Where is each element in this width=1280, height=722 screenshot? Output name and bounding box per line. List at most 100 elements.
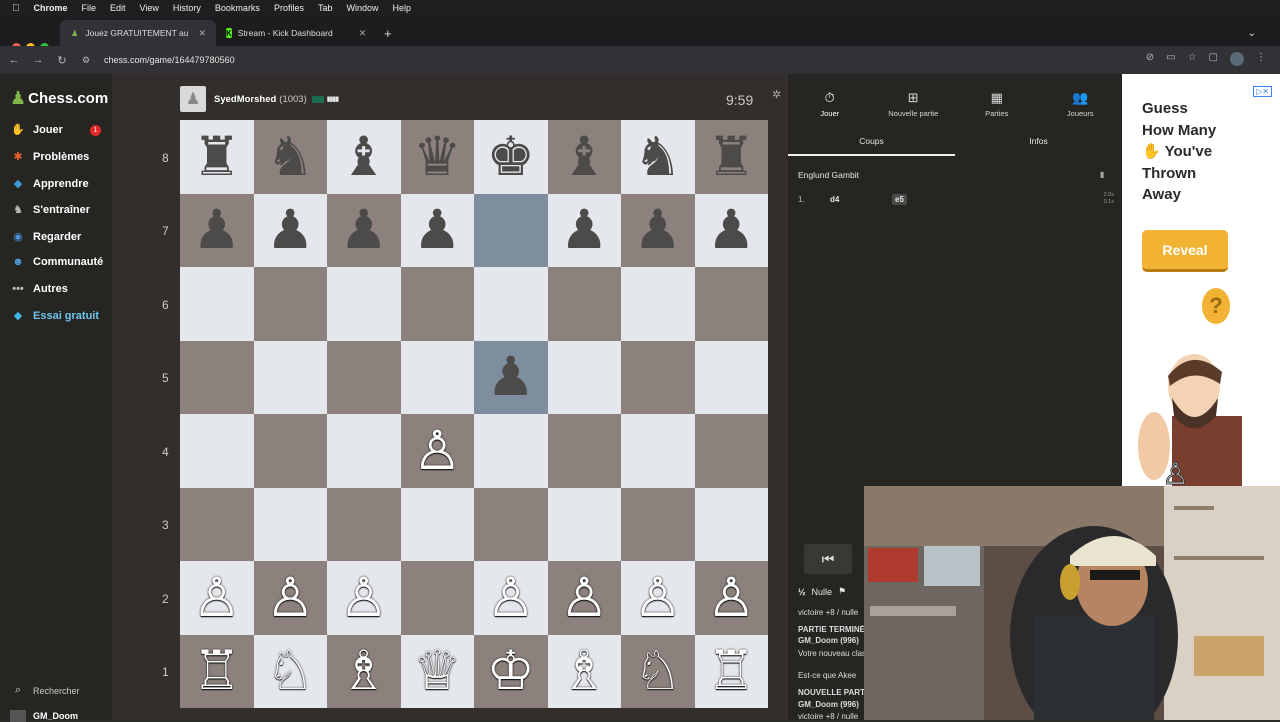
menu-window[interactable]: Window <box>346 3 378 13</box>
square-a3[interactable] <box>180 487 254 561</box>
square-e2[interactable]: ♙ <box>474 561 548 635</box>
square-e4[interactable] <box>474 414 548 488</box>
chess-piece[interactable]: ♙ <box>266 571 314 625</box>
tab-search-chevron-icon[interactable]: ⌄ <box>1238 20 1266 46</box>
chess-piece[interactable]: ♙ <box>634 571 682 625</box>
square-c2[interactable]: ♙ <box>327 561 401 635</box>
square-e6[interactable] <box>474 267 548 341</box>
extensions-icon[interactable]: ▢ <box>1209 52 1218 66</box>
square-h4[interactable] <box>694 414 768 488</box>
menu-bookmarks[interactable]: Bookmarks <box>215 3 260 13</box>
tab-joueurs[interactable]: 👥 Joueurs <box>1039 90 1123 118</box>
sidebar-item-apprendre[interactable]: ◆ Apprendre <box>10 177 89 191</box>
square-g7[interactable]: ♟ <box>621 193 695 267</box>
apple-icon[interactable]:  <box>12 3 20 14</box>
square-e3[interactable] <box>474 487 548 561</box>
square-h7[interactable]: ♟ <box>694 193 768 267</box>
chess-piece[interactable]: ♞ <box>634 130 682 184</box>
square-d1[interactable]: ♕ <box>400 634 474 708</box>
close-tab-icon[interactable]: ✕ <box>198 28 206 39</box>
square-h3[interactable] <box>694 487 768 561</box>
tab-kick[interactable]: K Stream - Kick Dashboard ✕ <box>216 20 374 46</box>
black-move[interactable]: e5 <box>892 193 907 205</box>
sidebar-item-jouer[interactable]: ✋ Jouer <box>10 123 63 137</box>
square-c5[interactable] <box>327 340 401 414</box>
menu-help[interactable]: Help <box>392 3 411 13</box>
menu-app[interactable]: Chrome <box>34 3 68 13</box>
square-e1[interactable]: ♔ <box>474 634 548 708</box>
sidebar-item-communaute[interactable]: ☻ Communauté <box>10 256 103 268</box>
square-b6[interactable] <box>253 267 327 341</box>
chess-piece[interactable]: ♝ <box>340 130 388 184</box>
chess-piece[interactable]: ♟ <box>634 203 682 257</box>
square-a5[interactable] <box>180 340 254 414</box>
square-g8[interactable]: ♞ <box>621 120 695 194</box>
chess-piece[interactable]: ♟ <box>266 203 314 257</box>
chess-piece[interactable]: ♟ <box>193 203 241 257</box>
chess-piece[interactable]: ♕ <box>413 644 461 698</box>
chesscom-logo[interactable]: ♟ Chess.com <box>10 88 108 109</box>
square-c7[interactable]: ♟ <box>327 193 401 267</box>
square-d4[interactable]: ♙ <box>400 414 474 488</box>
chess-piece[interactable]: ♞ <box>266 130 314 184</box>
square-f1[interactable]: ♗ <box>547 634 621 708</box>
advertisement[interactable]: ▷✕ Guess How Many ✋ You've Thrown Away R… <box>1122 74 1280 486</box>
opponent-avatar[interactable]: ♟ <box>180 86 206 112</box>
square-d8[interactable]: ♛ <box>400 120 474 194</box>
sidebar-user[interactable]: GM_Doom <box>10 710 78 722</box>
site-info-icon[interactable]: ⚙ <box>74 55 98 66</box>
square-d3[interactable] <box>400 487 474 561</box>
chess-piece[interactable]: ♙ <box>487 571 535 625</box>
square-g3[interactable] <box>621 487 695 561</box>
chess-piece[interactable]: ♗ <box>560 644 608 698</box>
chess-piece[interactable]: ♟ <box>340 203 388 257</box>
tab-chess[interactable]: ♟ Jouez GRATUITEMENT aux é ✕ <box>60 20 216 46</box>
square-h1[interactable]: ♖ <box>694 634 768 708</box>
chess-piece[interactable]: ♘ <box>634 644 682 698</box>
close-tab-icon[interactable]: ✕ <box>359 28 367 39</box>
opening-name[interactable]: Englund Gambit <box>798 170 859 180</box>
square-f4[interactable] <box>547 414 621 488</box>
sidebar-item-sentrainer[interactable]: ♞ S'entraîner <box>10 203 90 217</box>
cast-icon[interactable]: ▭ <box>1166 52 1175 66</box>
square-b4[interactable] <box>253 414 327 488</box>
chess-piece[interactable]: ♚ <box>487 130 535 184</box>
reload-icon[interactable]: ↻ <box>50 54 74 67</box>
square-g1[interactable]: ♘ <box>621 634 695 708</box>
square-f8[interactable]: ♝ <box>547 120 621 194</box>
white-move[interactable]: d4 <box>830 195 892 204</box>
square-e7[interactable] <box>474 193 548 267</box>
square-g5[interactable] <box>621 340 695 414</box>
chess-piece[interactable]: ♜ <box>193 130 241 184</box>
square-a2[interactable]: ♙ <box>180 561 254 635</box>
square-a6[interactable] <box>180 267 254 341</box>
chess-piece[interactable]: ♙ <box>340 571 388 625</box>
square-b3[interactable] <box>253 487 327 561</box>
square-h5[interactable] <box>694 340 768 414</box>
tab-nouvelle-partie[interactable]: ⊞ Nouvelle partie <box>872 90 956 118</box>
square-f7[interactable]: ♟ <box>547 193 621 267</box>
chess-piece[interactable]: ♔ <box>487 644 535 698</box>
menu-file[interactable]: File <box>82 3 97 13</box>
chess-piece[interactable]: ♘ <box>266 644 314 698</box>
chess-piece[interactable]: ♟ <box>413 203 461 257</box>
square-a7[interactable]: ♟ <box>180 193 254 267</box>
square-c4[interactable] <box>327 414 401 488</box>
bookmark-star-icon[interactable]: ☆ <box>1188 52 1197 66</box>
chess-piece[interactable]: ♟ <box>707 203 755 257</box>
chess-piece[interactable]: ♟ <box>560 203 608 257</box>
draw-offer[interactable]: ½ Nulle ⚑ <box>798 586 846 597</box>
subtab-coups[interactable]: Coups <box>788 136 955 156</box>
square-d5[interactable] <box>400 340 474 414</box>
square-d6[interactable] <box>400 267 474 341</box>
forward-arrow-icon[interactable]: → <box>26 54 50 66</box>
opponent-name[interactable]: SyedMorshed <box>214 94 276 105</box>
tab-parties[interactable]: ▦ Parties <box>955 90 1039 118</box>
book-icon[interactable]: ▮ <box>1100 170 1104 179</box>
mute-icon[interactable]: ⊘ <box>1146 52 1154 66</box>
square-a8[interactable]: ♜ <box>180 120 254 194</box>
square-f6[interactable] <box>547 267 621 341</box>
square-h8[interactable]: ♜ <box>694 120 768 194</box>
menu-tab[interactable]: Tab <box>318 3 333 13</box>
reveal-button[interactable]: Reveal <box>1142 230 1228 272</box>
